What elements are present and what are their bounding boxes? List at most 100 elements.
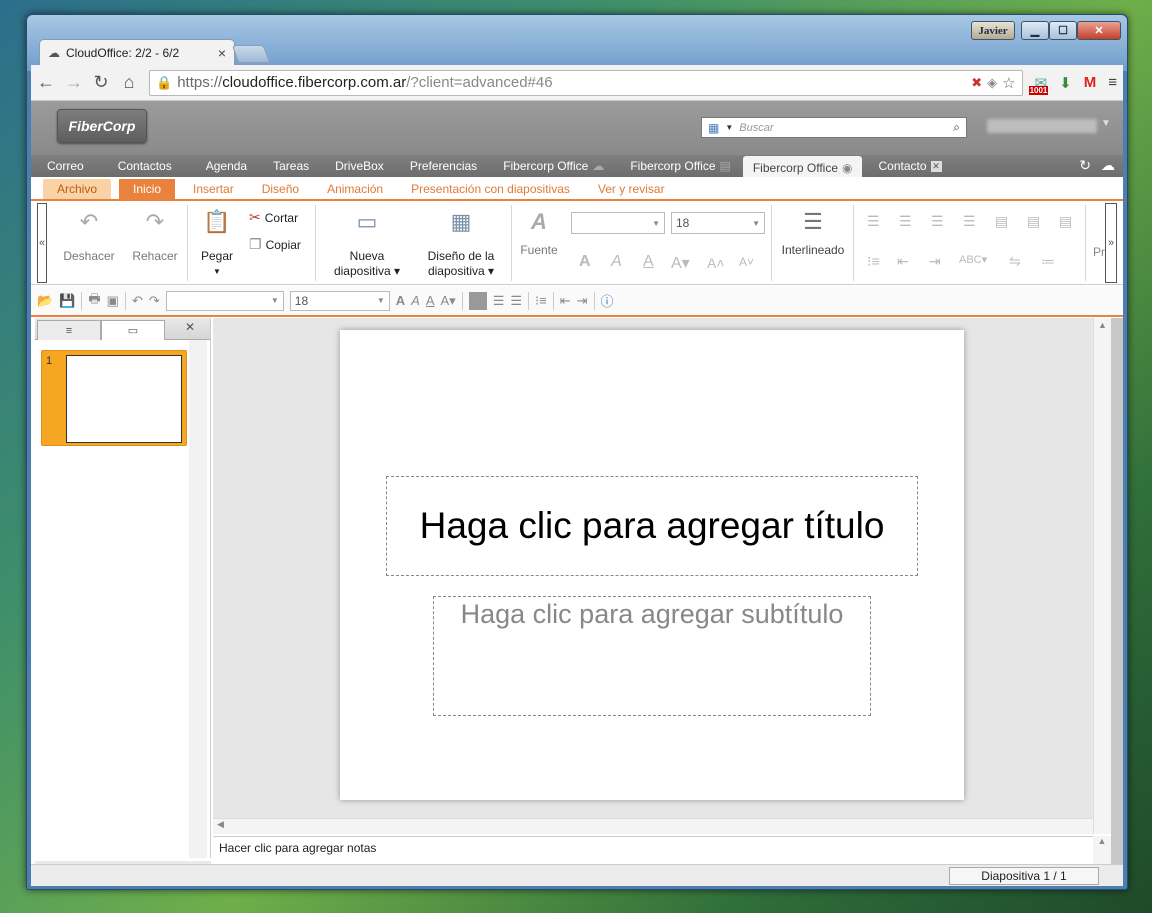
menu-icon[interactable]: ≡ [1108,74,1117,91]
nav-tareas[interactable]: Tareas [265,159,317,177]
blocked-plugin-icon[interactable]: ✖ [971,75,982,91]
font-color-icon[interactable]: A▾ [671,253,690,273]
star-icon[interactable]: ☆ [1002,74,1015,92]
copy-button[interactable]: ❐ Copiar [249,236,301,253]
nav-contactos[interactable]: Contactos [110,159,180,177]
translate-icon[interactable]: ◈ [987,75,997,91]
align-center-icon[interactable]: ☰ [899,213,912,230]
redo-button[interactable]: ↷ Rehacer [129,207,181,264]
decrease-indent-icon[interactable]: ⇤ [560,293,571,309]
nav-correo[interactable]: Correo [39,159,92,177]
gmail-icon[interactable]: M [1084,74,1097,91]
ribbon-scroll-left-icon[interactable]: « [37,203,47,283]
notes-scrollbar[interactable]: ▲ [1093,836,1111,864]
nav-fibercorp-office-3[interactable]: Fibercorp Office ◉ [742,156,863,177]
text-direction-icon[interactable]: ABC▾ [959,253,987,266]
align-right-icon[interactable]: ☰ [931,213,944,230]
forward-icon[interactable]: → [65,72,83,93]
open-folder-icon[interactable]: 📂 [37,293,53,309]
preview-icon[interactable]: ▣ [107,293,119,309]
scroll-left-icon[interactable]: ◀ [217,819,224,829]
save-icon[interactable]: 💾 [59,293,75,309]
increase-indent-icon[interactable]: ⇥ [577,293,588,309]
subtitle-placeholder[interactable]: Haga clic para agregar subtítulo [433,596,871,716]
minimize-button[interactable]: ▁ [1021,21,1049,40]
notes-area[interactable]: Hacer clic para agregar notas [213,836,1093,864]
user-name-blurred[interactable] [987,119,1097,133]
search-input[interactable]: Buscar [739,122,947,134]
align-right-icon[interactable]: ☰ [510,293,522,309]
underline-icon[interactable]: A [426,293,435,308]
slide[interactable]: Haga clic para agregar título Haga clic … [340,330,964,800]
cut-button[interactable]: ✂ Cortar [249,209,298,226]
close-tab-icon[interactable]: ✕ [930,160,942,172]
grow-font-icon[interactable]: A˄ [707,255,725,271]
outline-tab-icon[interactable]: ≡ [37,320,101,340]
close-panel-icon[interactable]: ✕ [185,320,195,334]
nav-agenda[interactable]: Agenda [198,159,255,177]
slides-tab-icon[interactable]: ▭ [101,320,165,340]
nav-preferencias[interactable]: Preferencias [402,159,485,177]
shrink-font-icon[interactable]: A˅ [739,255,754,269]
decrease-indent-icon[interactable]: ⇤ [897,253,909,270]
numbering-icon[interactable]: ≔ [1041,253,1055,270]
align-center-icon[interactable]: ☰ [493,293,505,309]
nav-fibercorp-office-1[interactable]: Fibercorp Office ☁ [495,159,612,177]
italic-icon[interactable]: A [411,293,420,308]
bold-icon[interactable]: A [579,253,591,271]
align-middle-icon[interactable]: ▤ [1027,213,1040,230]
font-button[interactable]: A Fuente [517,207,561,258]
nav-drivebox[interactable]: DriveBox [327,159,392,177]
underline-icon[interactable]: A [643,253,654,271]
slide-layout-button[interactable]: ▦ Diseño de la diapositiva ▾ [417,207,505,279]
print-icon[interactable]: 🖶 [88,290,100,312]
extension-mail-icon[interactable]: ✉ 1001 [1028,74,1049,95]
align-left-icon[interactable]: ☰ [867,213,880,230]
undo-button[interactable]: ↶ Deshacer [61,207,117,264]
search-icon[interactable]: ⌕ [953,120,960,135]
tab-ver-revisar[interactable]: Ver y revisar [584,179,679,199]
bullets-icon[interactable]: ⁝≡ [867,253,880,270]
refresh-icon[interactable]: ↻ [1079,157,1091,174]
ribbon-scroll-right-icon[interactable]: » [1105,203,1117,283]
close-window-button[interactable]: ✕ [1077,21,1121,40]
italic-icon[interactable]: A [611,253,622,271]
bold-icon[interactable]: A [396,293,405,308]
address-bar[interactable]: 🔒 https://cloudoffice.fibercorp.com.ar/?… [149,69,1023,96]
font-color-icon[interactable]: A▾ [441,293,456,309]
profile-button[interactable]: Javier [971,21,1015,40]
tab-inicio[interactable]: Inicio [119,179,176,199]
scroll-up-icon[interactable]: ▲ [1094,320,1111,330]
justify-icon[interactable]: ☰ [963,213,976,230]
thumbnail-scrollbar[interactable] [189,340,207,858]
new-tab-button[interactable] [231,45,271,63]
tab-diseno[interactable]: Diseño [248,179,313,199]
align-top-icon[interactable]: ▤ [995,213,1008,230]
back-icon[interactable]: ← [37,72,55,93]
font-family-select[interactable]: ▼ [571,212,665,234]
maximize-button[interactable]: ☐ [1049,21,1077,40]
nav-contacto[interactable]: Contacto ✕ [870,159,949,177]
tab-presentacion[interactable]: Presentación con diapositivas [397,179,584,199]
calendar-icon[interactable]: ▦ [708,121,719,135]
search-field[interactable]: ▦ ▼ Buscar ⌕ [701,117,967,138]
tab-animacion[interactable]: Animación [313,179,397,199]
help-icon[interactable]: ⓘ [601,291,614,310]
quick-font-size-select[interactable]: 18 ▼ [289,290,390,311]
chevron-down-icon[interactable]: ▼ [725,123,733,132]
redo-icon[interactable]: ↷ [149,293,160,309]
paste-button[interactable]: 📋 Pegar ▼ [195,207,239,279]
columns-icon[interactable]: ⇋ [1009,253,1021,270]
tab-archivo[interactable]: Archivo [43,179,112,199]
vertical-scrollbar[interactable]: ▲ [1093,318,1111,834]
align-left-icon[interactable] [468,291,487,310]
title-placeholder[interactable]: Haga clic para agregar título [386,476,918,576]
extension-download-icon[interactable]: ⬇ [1059,74,1072,92]
line-spacing-button[interactable]: ☰ Interlineado [779,207,847,258]
tab-close-icon[interactable]: × [218,45,226,61]
quick-font-family-select[interactable]: ▼ [165,290,284,311]
align-bottom-icon[interactable]: ▤ [1059,213,1072,230]
chat-icon[interactable]: ☁ [1101,157,1115,174]
side-panel-toggle[interactable] [1111,318,1123,864]
new-slide-button[interactable]: ▭ Nueva diapositiva ▾ [327,207,407,279]
